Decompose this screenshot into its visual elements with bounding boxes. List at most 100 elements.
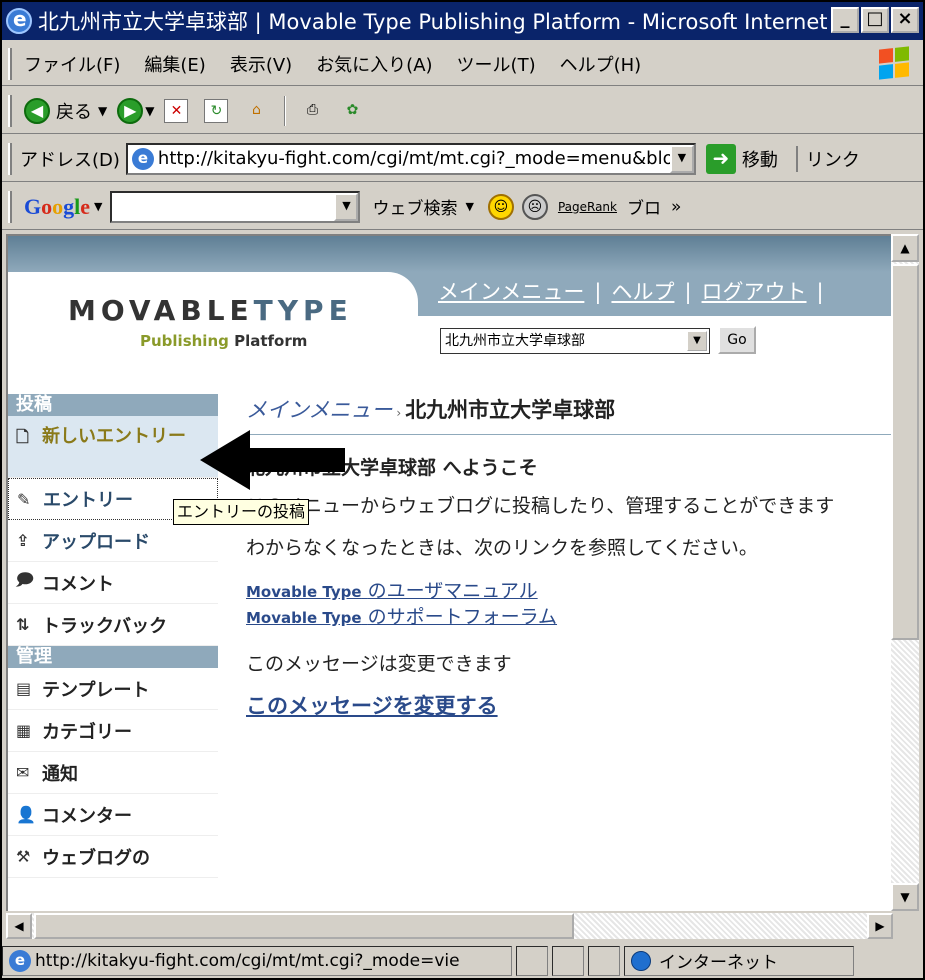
nav-comments[interactable]: 🗩 コメント xyxy=(8,562,218,604)
menu-tools[interactable]: ツール(T) xyxy=(457,51,536,77)
nav-main-menu-link[interactable]: メインメニュー xyxy=(438,280,584,304)
back-arrow-icon[interactable]: ◀ xyxy=(24,97,50,124)
nav-entries-label[interactable]: エントリー xyxy=(43,486,133,512)
support-forum-suffix[interactable]: のサポートフォーラム xyxy=(368,606,557,628)
tagline-platform: Platform xyxy=(234,332,308,350)
go-button[interactable]: ➜ 移動 xyxy=(705,143,778,174)
toolbar-grip xyxy=(8,95,12,127)
vertical-scroll-thumb[interactable] xyxy=(891,264,919,640)
nav-help-link[interactable]: ヘルプ xyxy=(611,280,674,304)
horizontal-scrollbar[interactable]: ◀ ▶ xyxy=(6,913,893,939)
user-manual-link[interactable]: Movable Type のユーザマニュアル xyxy=(246,578,893,604)
smiley-vote-icon[interactable]: ☺ xyxy=(487,193,514,220)
user-manual-prefix[interactable]: Movable Type xyxy=(246,583,362,601)
toolbar-grip xyxy=(8,143,12,175)
scroll-right-icon[interactable]: ▶ xyxy=(867,913,893,939)
home-icon[interactable]: ⌂ xyxy=(244,99,268,123)
nav-notify-label[interactable]: 通知 xyxy=(42,760,78,786)
nav-new-entry-label[interactable]: 新しいエントリー xyxy=(42,424,192,450)
links-button[interactable]: リンク xyxy=(795,145,860,172)
go-arrow-icon[interactable]: ➜ xyxy=(705,143,736,174)
page-icon: e xyxy=(131,147,154,170)
scroll-left-icon[interactable]: ◀ xyxy=(6,913,32,939)
frown-vote-icon[interactable]: ☹ xyxy=(521,193,548,220)
nav-weblog-settings[interactable]: ⚒ ウェブログの xyxy=(8,836,218,878)
maximize-button[interactable]: □ xyxy=(861,7,889,33)
pagerank-indicator[interactable]: PageRank xyxy=(558,200,617,214)
comment-icon: 🗩 xyxy=(16,570,34,589)
menu-help[interactable]: ヘルプ(H) xyxy=(560,51,642,77)
support-forum-link[interactable]: Movable Type のサポートフォーラム xyxy=(246,604,893,630)
google-logo[interactable]: Google xyxy=(24,194,90,220)
google-search-input[interactable]: ▼ xyxy=(110,190,361,223)
logo-type: TYPE xyxy=(253,294,353,327)
left-nav: 投稿 🗋 新しいエントリー ✎ エントリー ⇪ アップロード 🗩 コメント ⇅ … xyxy=(8,394,218,878)
vertical-scrollbar[interactable]: ▲ ▼ xyxy=(891,234,919,911)
nav-new-entry[interactable]: 🗋 新しいエントリー xyxy=(8,416,218,478)
menu-favorites[interactable]: お気に入り(A) xyxy=(316,51,432,77)
forward-dropdown-icon[interactable]: ▼ xyxy=(145,104,154,118)
status-url-panel: e http://kitakyu-fight.com/cgi/mt/mt.cgi… xyxy=(2,945,512,976)
menu-edit[interactable]: 編集(E) xyxy=(144,51,205,77)
nav-categories-label[interactable]: カテゴリー xyxy=(42,718,132,744)
refresh-icon[interactable]: ↻ xyxy=(204,98,229,123)
nav-commenters[interactable]: 👤 コメンター xyxy=(8,794,218,836)
minimize-button[interactable]: _ xyxy=(831,7,859,33)
nav-notify[interactable]: ✉ 通知 xyxy=(8,752,218,794)
close-button[interactable]: × xyxy=(891,7,919,33)
messenger-icon[interactable]: ✿ xyxy=(340,99,364,123)
toolbar-more-icon[interactable]: » xyxy=(671,197,681,217)
go-label[interactable]: 移動 xyxy=(742,146,778,172)
menu-view[interactable]: 表示(V) xyxy=(230,51,292,77)
blog-this-button[interactable]: ブロ xyxy=(627,194,661,219)
nav-trackback[interactable]: ⇅ トラックバック xyxy=(8,604,218,646)
user-manual-suffix[interactable]: のユーザマニュアル xyxy=(368,580,538,602)
support-forum-prefix[interactable]: Movable Type xyxy=(246,609,362,627)
window-title: 北九州市立大学卓球部 | Movable Type Publishing Pla… xyxy=(38,10,838,34)
intro-text: このメニューからウェブログに投稿したり、管理することができます xyxy=(246,495,835,517)
blog-go-button[interactable]: Go xyxy=(718,326,756,354)
address-dropdown-icon[interactable]: ▼ xyxy=(669,144,694,173)
horizontal-scroll-thumb[interactable] xyxy=(34,913,574,939)
nav-logout-link[interactable]: ログアウト xyxy=(702,280,807,304)
google-menu-dropdown-icon[interactable]: ▼ xyxy=(94,200,102,213)
nav-upload[interactable]: ⇪ アップロード xyxy=(8,520,218,562)
page-icon: e xyxy=(9,949,31,972)
scroll-down-icon[interactable]: ▼ xyxy=(891,883,919,911)
movabletype-logo[interactable]: MOVABLETYPE xyxy=(68,294,353,327)
nav-comments-label[interactable]: コメント xyxy=(42,570,114,596)
google-search-dropdown-icon[interactable]: ▼ xyxy=(334,192,359,221)
print-icon[interactable]: ⎙ xyxy=(300,99,324,123)
forward-arrow-icon[interactable]: ▶ xyxy=(117,97,144,124)
scroll-up-icon[interactable]: ▲ xyxy=(891,234,919,262)
menu-file[interactable]: ファイル(F) xyxy=(24,51,120,77)
nav-templates[interactable]: ▤ テンプレート xyxy=(8,668,218,710)
back-button-label[interactable]: 戻る xyxy=(56,98,92,124)
blog-select[interactable]: 北九州市立大学卓球部 ▼ xyxy=(440,328,710,354)
nav-separator: | xyxy=(594,280,602,304)
logo-panel: MOVABLETYPE Publishing Platform xyxy=(8,272,418,386)
google-search-field[interactable] xyxy=(112,192,333,219)
web-search-dropdown-icon[interactable]: ▼ xyxy=(465,200,473,213)
nav-weblog-settings-label[interactable]: ウェブログの xyxy=(42,844,150,870)
blog-select-dropdown-icon[interactable]: ▼ xyxy=(687,331,707,351)
internet-globe-icon xyxy=(631,950,651,971)
breadcrumb-main-menu-link[interactable]: メインメニュー xyxy=(246,398,392,422)
mt-top-nav: メインメニュー | ヘルプ | ログアウト | xyxy=(438,276,834,306)
nav-categories[interactable]: ▦ カテゴリー xyxy=(8,710,218,752)
new-document-icon: 🗋 xyxy=(16,427,29,446)
stop-icon[interactable]: ✕ xyxy=(164,98,189,123)
nav-separator: | xyxy=(816,280,824,304)
change-message-link[interactable]: このメッセージを変更する xyxy=(246,690,893,720)
address-input[interactable]: e http://kitakyu-fight.com/cgi/mt/mt.cgi… xyxy=(125,142,696,175)
nav-trackback-label[interactable]: トラックバック xyxy=(42,612,167,638)
nav-upload-label[interactable]: アップロード xyxy=(42,528,150,554)
back-dropdown-icon[interactable]: ▼ xyxy=(98,104,107,118)
web-search-button[interactable]: ウェブ検索 xyxy=(372,194,457,219)
editable-note: このメッセージは変更できます xyxy=(246,653,512,675)
logo-movable: MOVABLE xyxy=(68,294,254,327)
manual-links: Movable Type のユーザマニュアル Movable Type のサポー… xyxy=(246,578,893,630)
nav-templates-label[interactable]: テンプレート xyxy=(42,676,149,702)
address-url[interactable]: http://kitakyu-fight.com/cgi/mt/mt.cgi?_… xyxy=(158,148,674,169)
nav-commenters-label[interactable]: コメンター xyxy=(42,802,132,828)
